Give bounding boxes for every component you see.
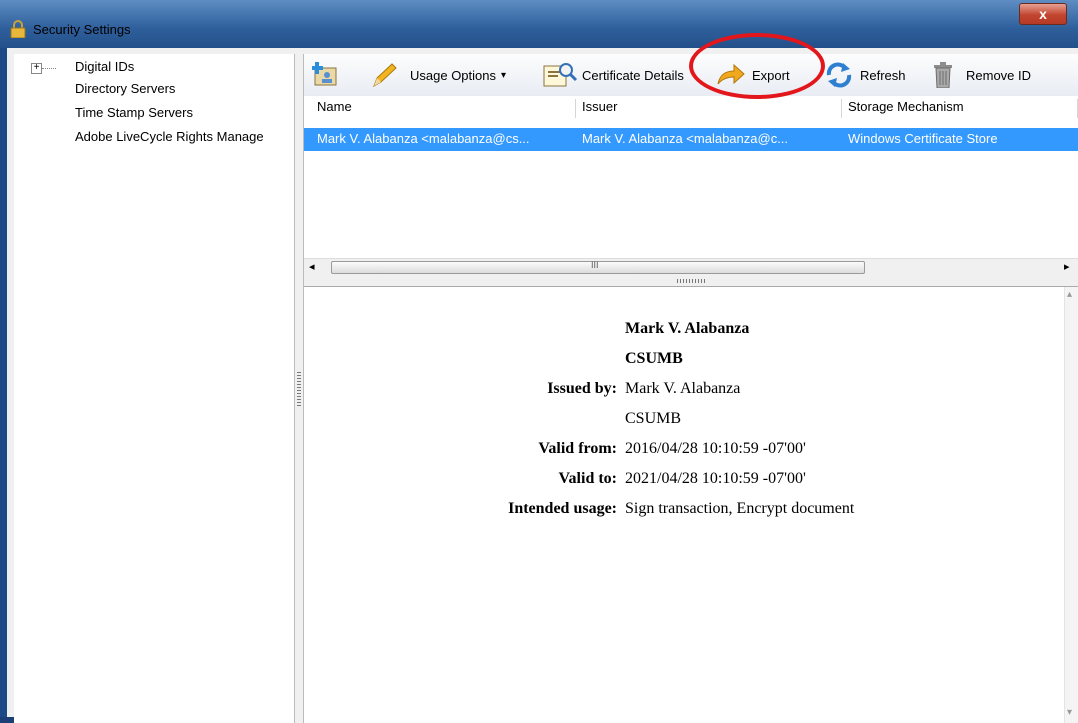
scroll-down-arrow[interactable]: ▾ bbox=[1067, 707, 1072, 718]
valid-to-label: Valid to: bbox=[558, 470, 617, 487]
tree-item-directory-servers[interactable]: Directory Servers bbox=[75, 81, 175, 96]
expand-icon[interactable]: + bbox=[31, 63, 42, 74]
issued-by-name: Mark V. Alabanza bbox=[625, 380, 741, 397]
remove-id-button[interactable]: Remove ID bbox=[932, 62, 1031, 88]
add-id-icon bbox=[312, 62, 337, 86]
cell-storage: Windows Certificate Store bbox=[848, 131, 998, 146]
chevron-down-icon: ▾ bbox=[501, 69, 507, 81]
valid-to-value: 2021/04/28 10:10:59 -07'00' bbox=[625, 470, 806, 487]
cell-issuer: Mark V. Alabanza <malabanza@c... bbox=[582, 131, 789, 146]
usage-options-button[interactable]: Usage Options ▾ bbox=[370, 62, 506, 88]
refresh-label: Refresh bbox=[860, 67, 906, 83]
valid-from-label: Valid from: bbox=[538, 440, 617, 457]
usage-options-label: Usage Options bbox=[410, 67, 496, 83]
lock-icon bbox=[10, 20, 26, 38]
splitter-grip[interactable] bbox=[677, 279, 707, 283]
settings-tree: + Digital IDs Directory Servers Time Sta… bbox=[14, 54, 294, 723]
vertical-splitter[interactable] bbox=[294, 54, 304, 723]
trash-can-icon bbox=[934, 62, 952, 88]
scroll-up-arrow[interactable]: ▴ bbox=[1067, 289, 1072, 300]
horizontal-splitter[interactable] bbox=[304, 276, 1078, 287]
window-title: Security Settings bbox=[33, 22, 131, 37]
client-area: + Digital IDs Directory Servers Time Sta… bbox=[14, 54, 1078, 723]
tree-item-digital-ids[interactable]: Digital IDs bbox=[75, 59, 134, 74]
title-bar: Security Settings x bbox=[0, 0, 1078, 48]
refresh-button[interactable]: Refresh bbox=[824, 62, 906, 88]
issued-by-label: Issued by: bbox=[547, 380, 617, 397]
certificate-details-panel: Mark V. Alabanza CSUMB Issued by: Mark V… bbox=[314, 287, 1064, 723]
valid-from-value: 2016/04/28 10:10:59 -07'00' bbox=[625, 440, 806, 457]
certificate-details-button[interactable]: Certificate Details bbox=[542, 62, 684, 88]
remove-id-label: Remove ID bbox=[966, 67, 1032, 83]
annotation-circle bbox=[689, 33, 825, 99]
table-header: Name Issuer Storage Mechanism bbox=[304, 96, 1078, 121]
scroll-right-arrow[interactable]: ▸ bbox=[1064, 260, 1070, 273]
close-button[interactable]: x bbox=[1019, 3, 1067, 25]
cert-subject-name: Mark V. Alabanza bbox=[625, 320, 750, 337]
table-row[interactable]: Mark V. Alabanza <malabanza@cs... Mark V… bbox=[304, 128, 1078, 151]
intended-usage-label: Intended usage: bbox=[508, 500, 617, 517]
splitter-grip[interactable] bbox=[297, 372, 301, 406]
cell-name: Mark V. Alabanza <malabanza@cs... bbox=[317, 131, 530, 146]
add-id-button[interactable] bbox=[312, 62, 338, 88]
cert-subject-org: CSUMB bbox=[625, 350, 683, 367]
refresh-icon bbox=[826, 62, 852, 88]
scrollbar-thumb[interactable]: III bbox=[331, 260, 865, 274]
digital-id-list: Mark V. Alabanza <malabanza@cs... Mark V… bbox=[304, 118, 1078, 258]
thumb-grip: III bbox=[591, 260, 599, 270]
certificate-icon bbox=[543, 63, 578, 87]
right-pane: Usage Options ▾ Certificate Details Expo… bbox=[304, 54, 1078, 723]
column-header-name[interactable]: Name bbox=[317, 99, 352, 114]
pencil-icon bbox=[373, 63, 397, 88]
security-settings-window: Security Settings x + Digital IDs Direct… bbox=[0, 0, 1078, 723]
tree-item-time-stamp-servers[interactable]: Time Stamp Servers bbox=[75, 105, 193, 120]
horizontal-scrollbar[interactable]: ◂ III ▸ bbox=[304, 258, 1078, 277]
tree-connector bbox=[42, 68, 56, 70]
column-header-storage[interactable]: Storage Mechanism bbox=[848, 99, 964, 114]
intended-usage-value: Sign transaction, Encrypt document bbox=[625, 500, 855, 517]
tree-item-livecycle-rights[interactable]: Adobe LiveCycle Rights Manage bbox=[75, 129, 294, 144]
issued-by-org: CSUMB bbox=[625, 410, 682, 427]
certificate-details-label: Certificate Details bbox=[582, 67, 684, 83]
column-header-issuer[interactable]: Issuer bbox=[582, 99, 617, 114]
vertical-scrollbar[interactable]: ▴ ▾ bbox=[1064, 287, 1078, 723]
scroll-left-arrow[interactable]: ◂ bbox=[309, 260, 315, 273]
